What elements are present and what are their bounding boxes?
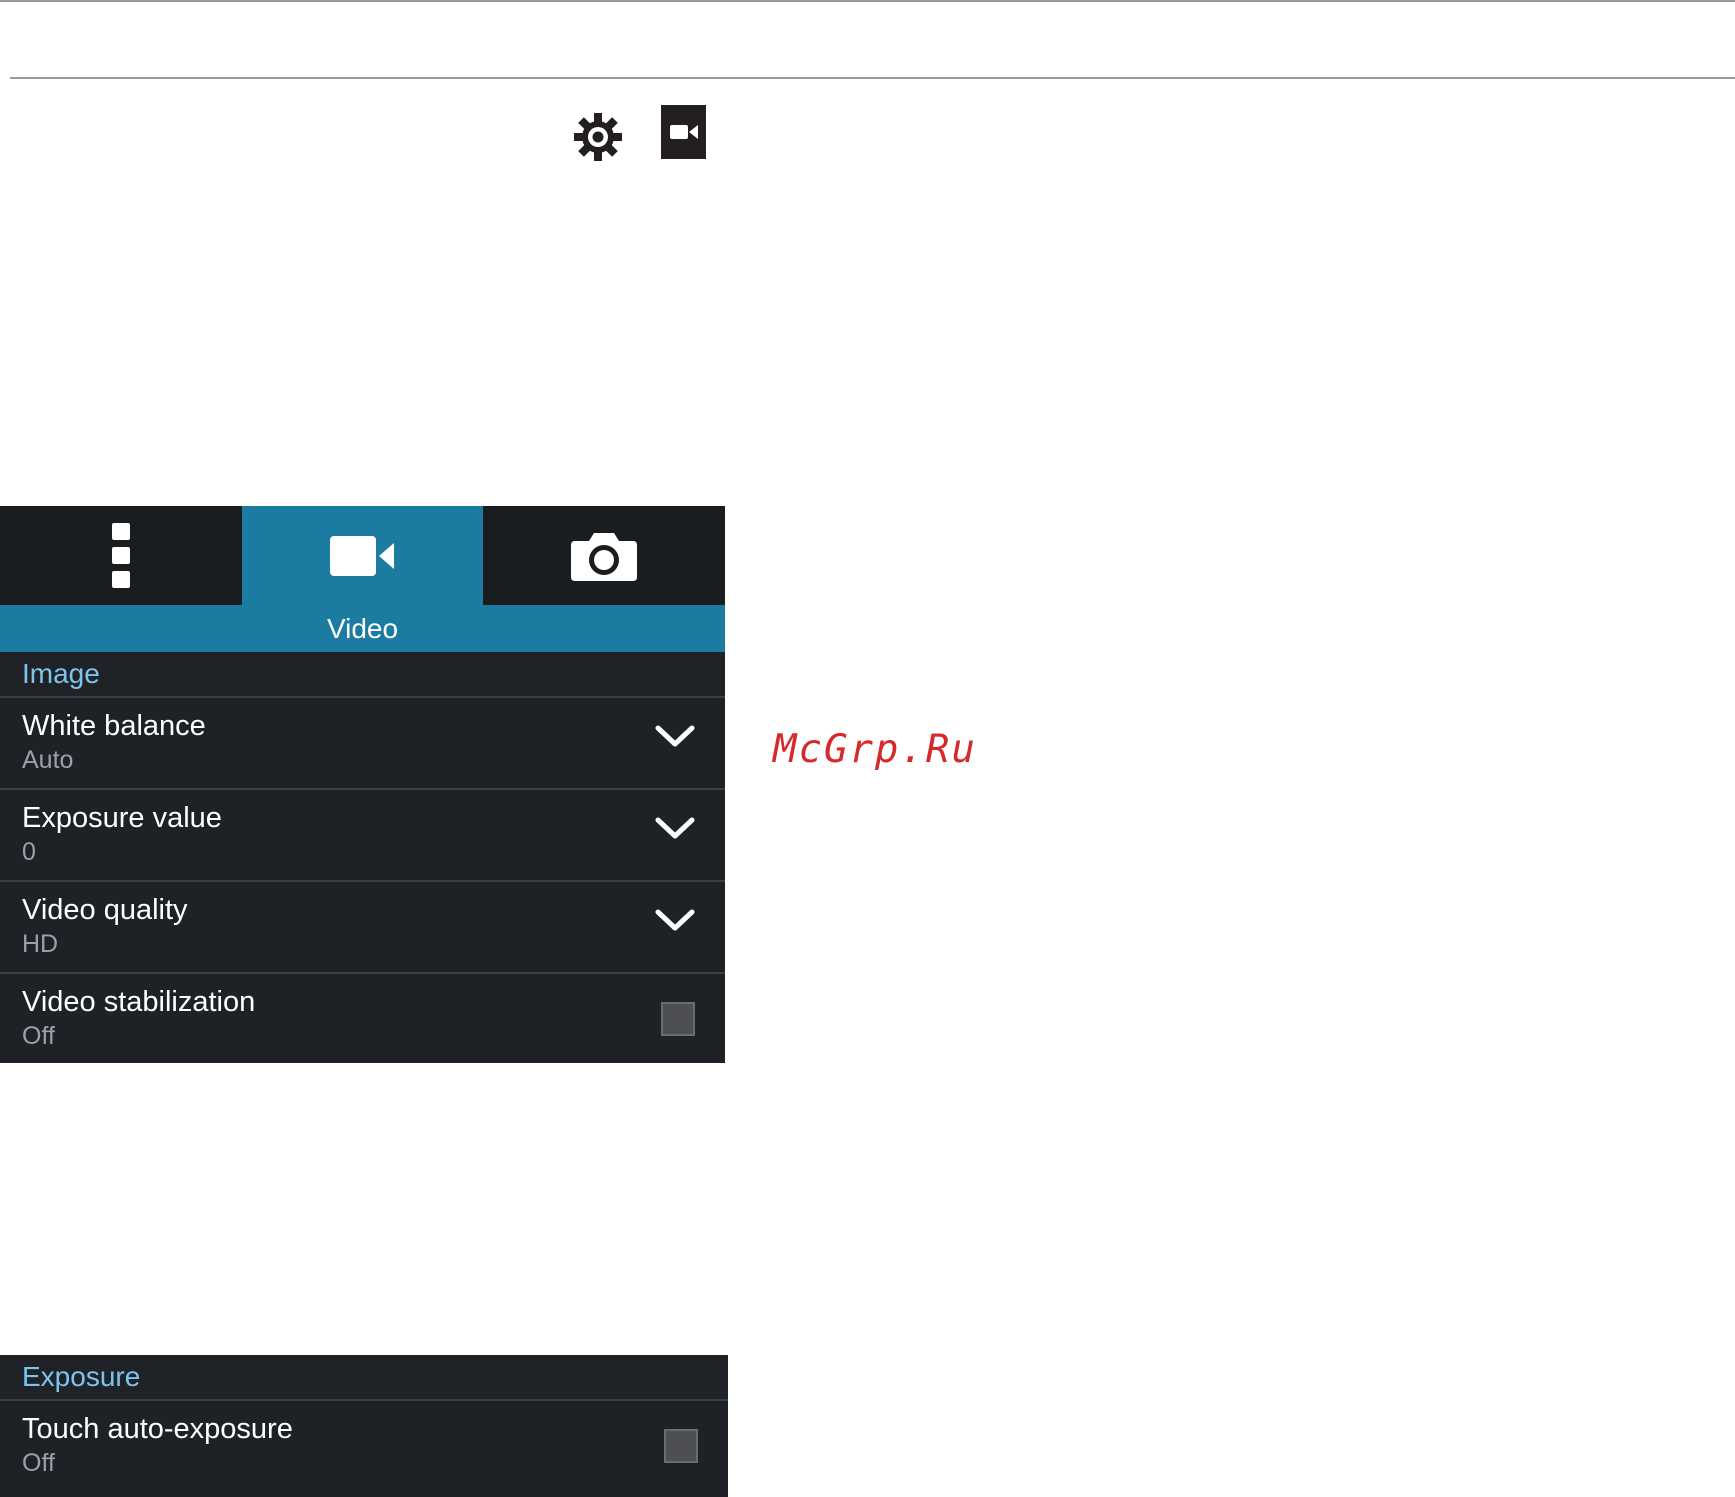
exposure-settings-panel: Exposure Touch auto-exposure Off [0,1355,728,1497]
mode-tabs [0,506,725,605]
setting-label: Video quality [22,894,188,926]
setting-label: Touch auto-exposure [22,1413,293,1445]
setting-value: Off [22,1022,55,1050]
panel-title: Video [0,605,725,652]
chevron-down-icon[interactable] [655,724,695,753]
setting-value: Off [22,1449,55,1477]
setting-label: Video stabilization [22,986,256,1018]
video-settings-panel: Video Image White balance Auto Exposure … [0,506,725,1063]
setting-exposure-value[interactable]: Exposure value 0 [0,790,725,882]
top-rule [0,0,1735,2]
watermark: McGrp.Ru [773,727,977,772]
setting-value: 0 [22,838,36,866]
more-options-icon [111,522,130,588]
setting-value: Auto [22,746,74,774]
video-stabilization-checkbox[interactable] [661,1002,695,1036]
tab-video[interactable] [241,506,484,605]
setting-label: Exposure value [22,802,222,834]
tab-camera[interactable] [483,506,725,605]
header-rule [10,77,1735,79]
video-camera-icon [329,535,394,576]
exposure-settings-list: Touch auto-exposure Off [0,1401,728,1491]
tab-more-options[interactable] [0,506,242,605]
video-camera-icon [669,125,698,139]
setting-video-quality[interactable]: Video quality HD [0,882,725,974]
setting-video-stabilization[interactable]: Video stabilization Off [0,974,725,1064]
setting-label: White balance [22,710,206,742]
image-settings-list: White balance Auto Exposure value 0 Vide… [0,698,725,1064]
section-header-image: Image [0,652,725,698]
video-mode-icon [661,105,706,159]
setting-white-balance[interactable]: White balance Auto [0,698,725,790]
chevron-down-icon[interactable] [655,908,695,937]
chevron-down-icon[interactable] [655,816,695,845]
camera-icon [571,532,638,581]
setting-value: HD [22,930,59,958]
touch-auto-exposure-checkbox[interactable] [664,1429,698,1463]
section-header-exposure: Exposure [0,1355,728,1401]
setting-touch-auto-exposure[interactable]: Touch auto-exposure Off [0,1401,728,1491]
gear-icon [574,113,622,161]
